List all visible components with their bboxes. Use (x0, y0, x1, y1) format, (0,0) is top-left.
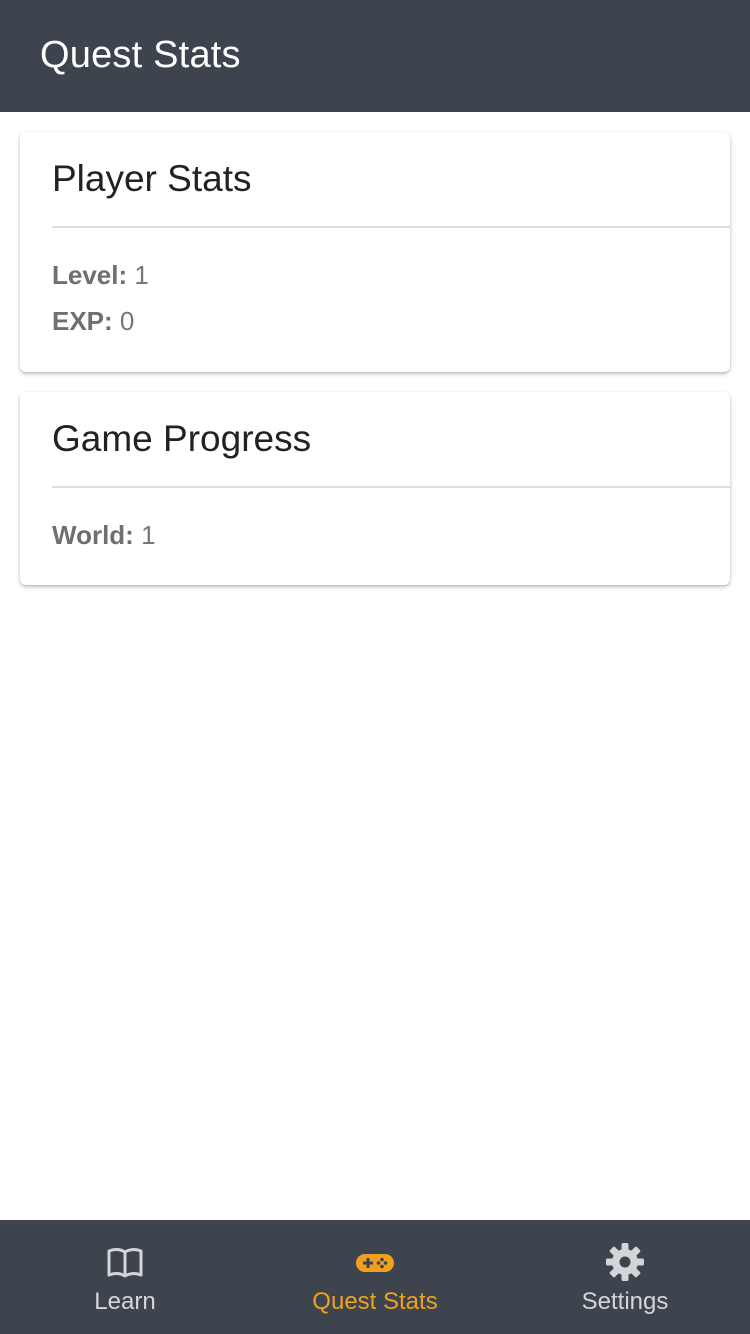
game-progress-title: Game Progress (52, 418, 312, 459)
level-label: Level: (52, 260, 128, 290)
level-value: 1 (134, 260, 149, 290)
nav-item-settings[interactable]: Settings (500, 1220, 750, 1334)
world-label: World: (52, 520, 134, 550)
nav-item-quest-stats[interactable]: Quest Stats (250, 1220, 500, 1334)
nav-item-learn[interactable]: Learn (0, 1220, 250, 1334)
main-content: Player Stats Level: 1 EXP: 0 Game Progre… (0, 112, 750, 1220)
level-stat: Level: 1 (52, 260, 149, 291)
bottom-nav: Learn Quest Stats Settings (0, 1220, 750, 1334)
player-stats-card: Player Stats Level: 1 EXP: 0 (20, 132, 730, 372)
nav-label-learn: Learn (94, 1288, 156, 1315)
exp-stat: EXP: 0 (52, 306, 134, 337)
gamepad-icon (355, 1242, 395, 1282)
world-stat: World: 1 (52, 520, 156, 551)
app-header: Quest Stats (0, 0, 750, 112)
card-divider (52, 226, 730, 228)
card-divider (52, 486, 730, 488)
nav-label-settings: Settings (581, 1288, 669, 1315)
page-title: Quest Stats (40, 33, 241, 76)
exp-label: EXP: (52, 306, 113, 336)
world-value: 1 (141, 520, 156, 550)
exp-value: 0 (119, 306, 135, 336)
game-progress-card: Game Progress World: 1 (20, 392, 730, 585)
gear-icon (605, 1242, 645, 1282)
book-icon (105, 1242, 145, 1282)
nav-label-quest-stats: Quest Stats (312, 1288, 438, 1315)
player-stats-title: Player Stats (52, 158, 252, 199)
